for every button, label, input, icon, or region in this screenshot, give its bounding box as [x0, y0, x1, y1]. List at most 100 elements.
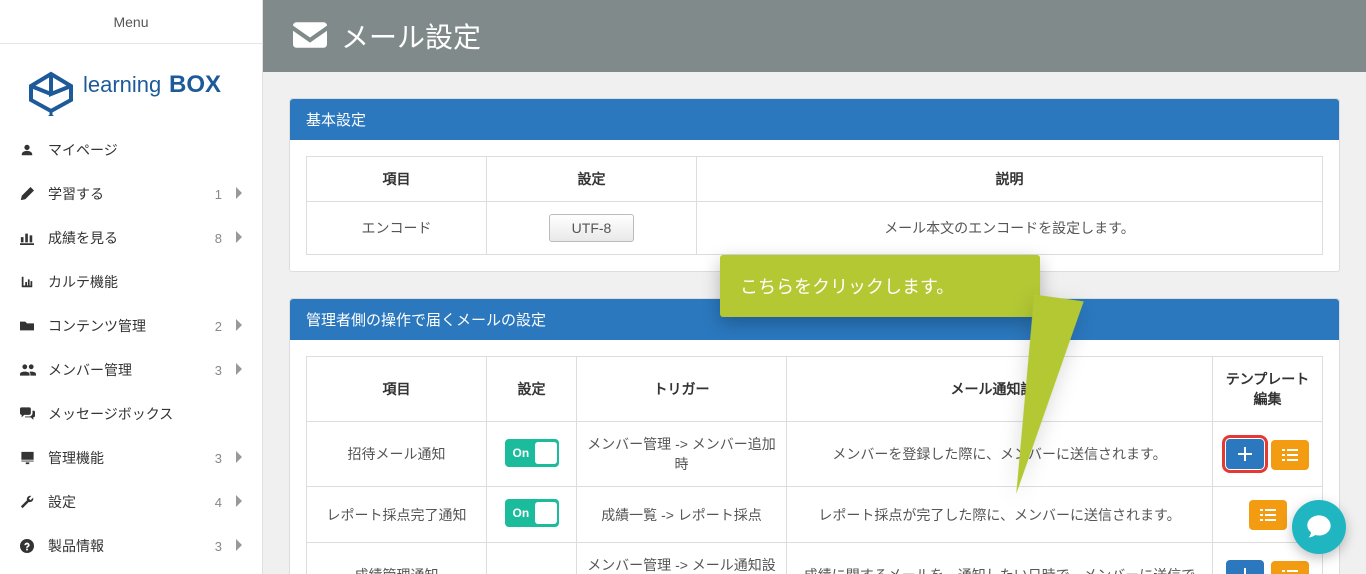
table-header-row: 項目 設定 トリガー メール通知説明 テンプレート編集 — [307, 357, 1323, 422]
panel-title: 基本設定 — [290, 99, 1339, 140]
sidebar-item-label: 設定 — [48, 492, 215, 512]
chart-icon — [20, 231, 42, 245]
sidebar-item-messages[interactable]: メッセージボックス — [0, 392, 262, 436]
admin-mail-table: 項目 設定 トリガー メール通知説明 テンプレート編集 招待メール通知 On メ… — [306, 356, 1323, 574]
table-header-row: 項目 設定 説明 — [307, 157, 1323, 202]
user-icon — [20, 143, 42, 157]
table-row: エンコード UTF-8 メール本文のエンコードを設定します。 — [307, 202, 1323, 255]
toggle-knob — [535, 442, 557, 464]
table-row: 招待メール通知 On メンバー管理 -> メンバー追加時 メンバーを登録した際に… — [307, 422, 1323, 487]
sidebar-item-badge: 4 — [215, 495, 222, 510]
cell-desc: メンバーを登録した際に、メンバーに送信されます。 — [787, 422, 1213, 487]
cell-item: レポート採点完了通知 — [307, 487, 487, 543]
chevron-right-icon — [234, 538, 244, 554]
col-template: テンプレート編集 — [1213, 357, 1323, 422]
sidebar-item-label: 学習する — [48, 184, 215, 204]
sidebar: Menu learning BOX マイページ 学習する 1 成績を見る 8 — [0, 0, 263, 574]
cell-trigger: メンバー管理 -> メンバー追加時 — [577, 422, 787, 487]
sidebar-item-label: コンテンツ管理 — [48, 316, 215, 336]
chevron-right-icon — [234, 362, 244, 378]
users-icon — [20, 363, 42, 377]
question-icon — [20, 539, 42, 553]
sidebar-item-members[interactable]: メンバー管理 3 — [0, 348, 262, 392]
cell-item: エンコード — [307, 202, 487, 255]
col-item: 項目 — [307, 357, 487, 422]
sidebar-item-label: 成績を見る — [48, 228, 215, 248]
sidebar-item-label: 製品情報 — [48, 536, 215, 556]
page-title: メール設定 — [341, 16, 481, 56]
toggle-on[interactable]: On — [505, 499, 559, 527]
chat-icon — [1305, 513, 1333, 541]
sidebar-item-badge: 3 — [215, 451, 222, 466]
cell-setting: UTF-8 — [487, 202, 697, 255]
sidebar-item-mypage[interactable]: マイページ — [0, 128, 262, 172]
page-header: メール設定 — [263, 0, 1366, 72]
cell-setting: On — [487, 487, 577, 543]
basic-settings-panel: 基本設定 項目 設定 説明 エンコード UTF-8 メール本文のエンコードを設定 — [289, 98, 1340, 272]
cell-trigger: メンバー管理 -> メール通知設定 — [577, 543, 787, 574]
sidebar-item-badge: 8 — [215, 231, 222, 246]
sidebar-item-label: メッセージボックス — [48, 404, 244, 424]
monitor-icon — [20, 451, 42, 465]
content: 基本設定 項目 設定 説明 エンコード UTF-8 メール本文のエンコードを設定 — [263, 72, 1366, 574]
menu-header: Menu — [0, 0, 262, 44]
cell-trigger: 成績一覧 -> レポート採点 — [577, 487, 787, 543]
stats-icon — [20, 275, 42, 289]
col-setting: 設定 — [487, 357, 577, 422]
toggle-knob — [535, 502, 557, 524]
callout-text: こちらをクリックします。 — [740, 277, 954, 297]
cell-item: 招待メール通知 — [307, 422, 487, 487]
cell-item: 成績管理通知 — [307, 543, 487, 574]
list-template-button[interactable] — [1271, 561, 1309, 574]
tutorial-callout: こちらをクリックします。 — [720, 255, 1040, 317]
list-template-button[interactable] — [1271, 440, 1309, 470]
sidebar-item-learn[interactable]: 学習する 1 — [0, 172, 262, 216]
chevron-right-icon — [234, 318, 244, 334]
cell-template — [1213, 422, 1323, 487]
sidebar-item-karte[interactable]: カルテ機能 — [0, 260, 262, 304]
list-template-button[interactable] — [1249, 500, 1287, 530]
sidebar-item-badge: 3 — [215, 539, 222, 554]
chevron-right-icon — [234, 494, 244, 510]
chat-launcher[interactable] — [1292, 500, 1346, 554]
brand-logo[interactable]: learning BOX — [0, 44, 262, 128]
cell-setting — [487, 543, 577, 574]
wrench-icon — [20, 495, 42, 509]
chevron-right-icon — [234, 186, 244, 202]
cell-desc: 成績に関するメールを、通知したい日時で、メンバーに送信で — [787, 543, 1213, 574]
sidebar-item-label: 管理機能 — [48, 448, 215, 468]
table-row: 成績管理通知 メンバー管理 -> メール通知設定 成績に関するメールを、通知した… — [307, 543, 1323, 574]
sidebar-item-contents[interactable]: コンテンツ管理 2 — [0, 304, 262, 348]
pencil-icon — [20, 187, 42, 201]
sidebar-item-badge: 3 — [215, 363, 222, 378]
basic-settings-table: 項目 設定 説明 エンコード UTF-8 メール本文のエンコードを設定します。 — [306, 156, 1323, 255]
encode-button[interactable]: UTF-8 — [549, 214, 635, 242]
cell-setting: On — [487, 422, 577, 487]
sidebar-item-label: メンバー管理 — [48, 360, 215, 380]
col-desc: 説明 — [697, 157, 1323, 202]
col-item: 項目 — [307, 157, 487, 202]
comments-icon — [20, 407, 42, 421]
sidebar-item-admin[interactable]: 管理機能 3 — [0, 436, 262, 480]
add-template-button[interactable] — [1226, 560, 1264, 574]
chevron-right-icon — [234, 450, 244, 466]
sidebar-item-product-info[interactable]: 製品情報 3 — [0, 524, 262, 568]
sidebar-item-label: カルテ機能 — [48, 272, 244, 292]
add-template-button[interactable] — [1226, 439, 1264, 469]
menu-label: Menu — [113, 14, 148, 30]
col-trigger: トリガー — [577, 357, 787, 422]
folder-icon — [20, 319, 42, 333]
chevron-right-icon — [234, 230, 244, 246]
cell-desc: レポート採点が完了した際に、メンバーに送信されます。 — [787, 487, 1213, 543]
sidebar-item-label: マイページ — [48, 140, 244, 160]
cell-desc: メール本文のエンコードを設定します。 — [697, 202, 1323, 255]
sidebar-item-grades[interactable]: 成績を見る 8 — [0, 216, 262, 260]
table-row: レポート採点完了通知 On 成績一覧 -> レポート採点 レポート採点が完了した… — [307, 487, 1323, 543]
brand-text-box: BOX — [169, 71, 221, 98]
sidebar-item-settings[interactable]: 設定 4 — [0, 480, 262, 524]
toggle-on[interactable]: On — [505, 439, 559, 467]
sidebar-item-badge: 2 — [215, 319, 222, 334]
admin-mail-panel: 管理者側の操作で届くメールの設定 項目 設定 トリガー メール通知説明 テンプレ… — [289, 298, 1340, 574]
envelope-icon — [293, 22, 327, 51]
brand-text-learning: learning — [83, 72, 161, 97]
